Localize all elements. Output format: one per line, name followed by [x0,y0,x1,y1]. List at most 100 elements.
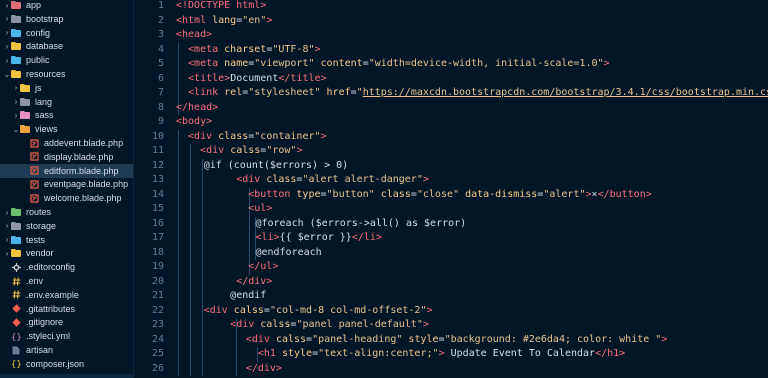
explorer-item-bootstrap[interactable]: › bootstrap [0,12,133,26]
chevron-right-icon[interactable]: › [3,42,11,51]
chevron-down-icon[interactable]: ⌄ [12,125,20,134]
chevron-right-icon[interactable]: › [12,111,20,120]
code-line[interactable]: <li>{{ $error }}</li> [255,231,381,246]
explorer-item-dot-env[interactable]: .env [0,274,133,288]
explorer-item-config[interactable]: › config [0,26,133,40]
explorer-item-addevent-blade-php[interactable]: addevent.blade.php [0,136,133,150]
code-line[interactable]: <meta name="viewport" content="width=dev… [188,57,610,72]
code-token: <!DOCTYPE html> [176,0,267,11]
chevron-right-icon[interactable]: › [12,97,20,106]
explorer-item-label: eventpage.blade.php [44,179,129,190]
code-line[interactable]: <div calss="panel panel-default"> [230,318,429,333]
explorer-item-label: public [26,55,50,66]
chevron-right-icon[interactable]: › [3,56,11,65]
explorer-item-vendor[interactable]: › vendor [0,246,133,260]
code-token: <div [236,174,267,185]
code-line[interactable]: <head> [176,28,212,43]
code-line[interactable]: </div> [236,275,272,290]
code-line[interactable]: @foreach ($errors->all() as $error) [255,217,466,232]
code-line[interactable]: <div calss="panel-heading" style="backgr… [246,333,668,348]
explorer-item-routes[interactable]: › routes [0,205,133,219]
explorer-item-database[interactable]: › database [0,39,133,53]
code-line[interactable]: </head> [176,101,218,116]
code-token: class [218,130,249,142]
code-token: </div> [245,362,282,374]
folder-icon [20,97,30,106]
chevron-down-icon[interactable]: ⌄ [3,70,11,79]
folder-icon [11,235,21,244]
folder-icon [11,249,21,258]
explorer-item-dot-editorconfig[interactable]: .editorconfig [0,260,133,274]
explorer-item-label: config [26,27,51,38]
code-line[interactable]: </div> [246,362,282,377]
explorer-item-dot-env-example[interactable]: .env.example [0,288,133,302]
chevron-right-icon[interactable]: › [3,14,11,23]
code-line[interactable]: <div class="alert alert-danger"> [236,173,429,188]
chevron-right-icon[interactable]: › [12,83,20,92]
chevron-right-icon[interactable]: › [3,235,11,244]
line-number: 9 [157,116,164,127]
code-line[interactable]: </ul> [248,260,278,275]
code-token: charset [224,43,267,55]
line-number: 24 [151,333,164,345]
code-line[interactable]: <div class="container"> [188,130,327,145]
code-token: "UTF-8" [272,43,315,55]
line-number: 22 [151,304,164,316]
explorer-item-display-blade-php[interactable]: display.blade.php [0,150,133,164]
code-token: > [296,145,303,156]
chevron-right-icon[interactable]: › [3,249,11,258]
code-line[interactable]: <ul> [248,202,272,217]
code-token: content [320,58,363,69]
explorer-item-storage[interactable]: › storage [0,219,133,233]
code-token: </head> [176,101,219,113]
sidebar-footer-bar [0,374,133,378]
line-number: 4 [157,43,164,55]
explorer-item-dot-gitattributes[interactable]: .gitattributes [0,302,133,316]
explorer-item-tests[interactable]: › tests [0,233,133,247]
code-line[interactable]: <div calss="col-md-8 col-md-offset-2"> [204,304,433,319]
code-token: <div [230,319,261,330]
code-line[interactable]: <div calss="row"> [200,144,302,159]
explorer-item-dot-gitignore[interactable]: .gitignore [0,315,133,329]
explorer-item-sass[interactable]: › sass [0,108,133,122]
chevron-right-icon[interactable]: › [3,208,11,217]
explorer-item-public[interactable]: › public [0,53,133,67]
code-line[interactable]: @if (count($errors) > 0) [204,159,349,174]
code-editor[interactable]: 1 2 3 4 5 6 7 8 9 10 11 12 13 14 15 16 17 18 19 20 21 22 23 24 2… [134,0,768,378]
folder-icon [20,83,30,92]
url-link[interactable]: https://maxcdn.bootstrapcdn.com/bootstra… [363,87,768,98]
line-number: 7 [157,87,164,98]
explorer-item-lang[interactable]: › lang [0,95,133,109]
chevron-right-icon[interactable]: › [3,1,11,10]
code-line[interactable]: <meta charset="UTF-8"> [188,43,321,58]
blade-file-icon [29,180,39,189]
code-line[interactable]: @endif [230,289,266,304]
explorer-item-dot-styleci-yml[interactable]: {} .styleci.yml [0,329,133,343]
code-line[interactable]: <link rel="stylesheet" href="https://max… [188,86,768,101]
explorer-item-app[interactable]: › app [0,0,133,12]
explorer-item-views[interactable]: ⌄ views [0,122,133,136]
explorer-item-welcome-blade-php[interactable]: welcome.blade.php [0,191,133,205]
explorer-item-eventpage-blade-php[interactable]: eventpage.blade.php [0,177,133,191]
code-line[interactable]: <body> [176,115,212,130]
code-token: "stylesheet" [248,87,321,98]
explorer-item-editform-blade-php[interactable]: editform.blade.php [0,163,133,178]
code-line[interactable]: <title>Document</title> [188,72,327,87]
code-line[interactable]: @endforeach [255,246,321,261]
code-line[interactable]: <html lang="en"> [176,14,272,29]
explorer-item-label: resources [26,69,66,79]
line-number: 1 [157,0,164,11]
code-token: </h1> [595,348,626,359]
explorer-item-composer-json[interactable]: {} composer.json [0,357,133,371]
explorer-item-resources[interactable]: ⌄ resources [0,67,133,81]
blade-file-icon [29,194,39,203]
explorer-item-label: lang [35,96,53,107]
explorer-item-artisan[interactable]: artisan [0,343,133,357]
code-token: <title> [188,72,231,84]
code-line[interactable]: <!DOCTYPE html> [176,0,266,14]
chevron-right-icon[interactable]: › [3,221,11,230]
chevron-right-icon[interactable]: › [3,28,11,37]
code-line[interactable]: <button type="button" class="close" data… [248,188,652,203]
code-line[interactable]: <h1 style="text-align:center;"> Update E… [258,347,625,362]
explorer-item-js[interactable]: › js [0,81,133,95]
